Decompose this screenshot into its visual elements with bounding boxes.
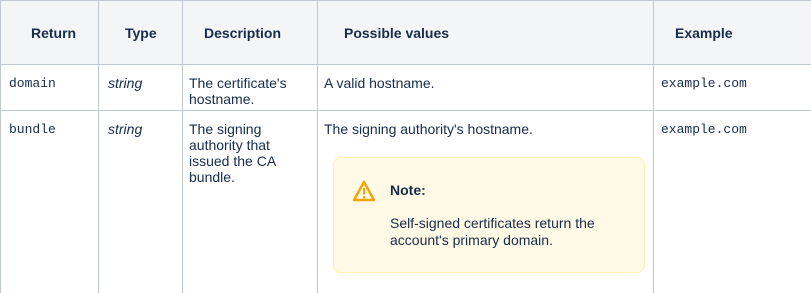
- row1-description: The certificate's hostname.: [189, 75, 287, 107]
- row2-example: example.com: [661, 122, 747, 137]
- header-return: Return: [31, 25, 77, 41]
- grid-line: [653, 0, 654, 293]
- header-possible-values: Possible values: [344, 25, 450, 41]
- header-example: Example: [675, 25, 733, 41]
- header-description: Description: [204, 25, 282, 41]
- row2-type: string: [108, 121, 143, 137]
- note-panel: Note: Self-signed certificates return th…: [333, 157, 645, 273]
- row1-type: string: [108, 75, 143, 91]
- note-body: Self-signed certificates return the acco…: [390, 215, 595, 248]
- row2-return: bundle: [9, 122, 56, 137]
- row2-description: The signing authority that issued the CA…: [189, 121, 276, 185]
- grid-line: [317, 0, 318, 293]
- row1-possible-values: A valid hostname.: [324, 75, 435, 91]
- grid-line: [0, 110, 811, 111]
- header-type: Type: [125, 25, 157, 41]
- note-title: Note:: [390, 182, 426, 198]
- row1-return: domain: [9, 76, 56, 91]
- grid-line: [0, 64, 811, 65]
- grid-line: [182, 0, 183, 293]
- grid-line: [0, 0, 811, 1]
- grid-line: [98, 0, 99, 293]
- row1-example: example.com: [661, 76, 747, 91]
- parameters-table: Return Type Description Possible values …: [0, 0, 811, 293]
- row2-possible-values: The signing authority's hostname.: [324, 121, 533, 137]
- grid-line: [0, 0, 1, 293]
- warning-icon: [353, 180, 375, 202]
